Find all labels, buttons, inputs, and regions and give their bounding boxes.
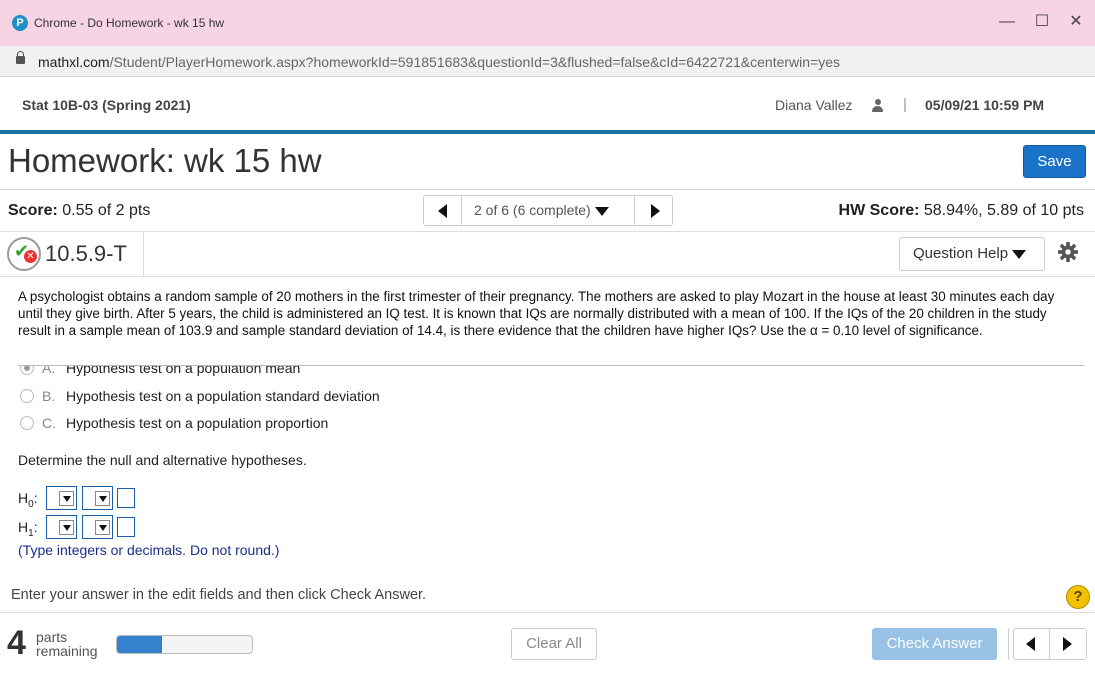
divider xyxy=(0,231,1095,232)
radio-button[interactable] xyxy=(20,389,34,403)
url-text[interactable]: mathxl.com/Student/PlayerHomework.aspx?h… xyxy=(38,54,840,70)
h0-label: H0: xyxy=(18,490,38,510)
progress-fill xyxy=(117,636,162,653)
h0-parameter-dropdown[interactable] xyxy=(46,486,77,510)
window-title: Chrome - Do Homework - wk 15 hw xyxy=(34,16,225,30)
footer-question-navigator xyxy=(1013,628,1087,660)
pearson-logo-icon: P xyxy=(12,15,28,31)
arrow-right-icon xyxy=(1063,637,1072,651)
next-question-button[interactable] xyxy=(1050,629,1086,659)
minimize-icon[interactable]: — xyxy=(997,12,1017,32)
user-name[interactable]: Diana Vallez xyxy=(775,97,853,113)
divider xyxy=(0,612,1095,613)
check-answer-button[interactable]: Check Answer xyxy=(872,628,997,660)
dropdown-arrow-icon xyxy=(95,491,110,506)
h1-parameter-dropdown[interactable] xyxy=(46,515,77,539)
course-name: Stat 10B-03 (Spring 2021) xyxy=(22,97,191,113)
dropdown-arrow-icon xyxy=(59,520,74,535)
address-bar[interactable]: mathxl.com/Student/PlayerHomework.aspx?h… xyxy=(0,46,1095,77)
option-letter: B. xyxy=(42,388,56,404)
arrow-left-icon xyxy=(1026,637,1035,651)
instruction-text: Enter your answer in the edit fields and… xyxy=(11,587,427,603)
divider xyxy=(1008,628,1009,660)
score: Score: 0.55 of 2 pts xyxy=(8,202,151,219)
question-divider xyxy=(18,365,1084,366)
header-separator: | xyxy=(903,96,907,113)
arrow-left-icon xyxy=(438,204,447,218)
divider xyxy=(0,276,1095,277)
help-icon[interactable]: ? xyxy=(1066,585,1090,609)
clear-all-button[interactable]: Clear All xyxy=(511,628,597,660)
option-label: Hypothesis test on a population mean xyxy=(66,366,301,376)
parts-remaining-count: 4 xyxy=(7,624,26,662)
h0-operator-dropdown[interactable] xyxy=(82,486,113,510)
option-label: Hypothesis test on a population standard… xyxy=(66,388,380,404)
hw-score: HW Score: 58.94%, 5.89 of 10 pts xyxy=(838,202,1084,219)
divider xyxy=(0,189,1095,190)
parts-progress-bar xyxy=(116,635,253,654)
lock-icon xyxy=(16,51,25,64)
h1-value-input[interactable] xyxy=(117,517,135,537)
chevron-down-icon xyxy=(1012,249,1027,259)
h1-operator-dropdown[interactable] xyxy=(82,515,113,539)
chevron-down-icon xyxy=(594,206,609,216)
option-letter: C. xyxy=(42,415,56,431)
close-icon[interactable]: ✕ xyxy=(1066,12,1086,32)
h0-value-input[interactable] xyxy=(117,488,135,508)
option-letter: A. xyxy=(42,366,56,376)
radio-button[interactable] xyxy=(20,416,34,430)
dropdown-arrow-icon xyxy=(59,491,74,506)
question-help-button[interactable]: Question Help xyxy=(899,237,1045,271)
x-mark-icon: ✕ xyxy=(24,250,37,263)
next-question-button[interactable] xyxy=(634,196,672,225)
previous-question-button[interactable] xyxy=(424,196,462,225)
question-id: 10.5.9-T xyxy=(45,241,127,266)
course-header: Stat 10B-03 (Spring 2021) Diana Vallez |… xyxy=(0,78,1095,134)
h1-label: H1: xyxy=(18,519,38,539)
question-position-dropdown[interactable]: 2 of 6 (6 complete) xyxy=(474,202,609,218)
parts-remaining-label: parts remaining xyxy=(36,629,98,659)
scroll-region: A. Hypothesis test on a population mean xyxy=(0,366,1095,376)
date-time: 05/09/21 10:59 PM xyxy=(925,97,1045,113)
user-icon xyxy=(872,99,883,112)
maximize-icon[interactable]: ☐ xyxy=(1032,12,1052,32)
answer-hint: (Type integers or decimals. Do not round… xyxy=(18,542,280,558)
radio-button[interactable] xyxy=(20,366,34,375)
dropdown-arrow-icon xyxy=(95,520,110,535)
option-label: Hypothesis test on a population proporti… xyxy=(66,415,329,431)
question-text: A psychologist obtains a random sample o… xyxy=(18,289,1055,338)
page-title: Homework: wk 15 hw xyxy=(8,142,322,179)
previous-question-button[interactable] xyxy=(1014,629,1050,659)
partial-credit-status-icon: ✔ ✕ xyxy=(7,237,41,271)
divider xyxy=(143,232,144,276)
save-button[interactable]: Save xyxy=(1023,145,1086,178)
gear-icon[interactable] xyxy=(1057,241,1079,263)
determine-prompt: Determine the null and alternative hypot… xyxy=(18,452,307,468)
question-navigator: 2 of 6 (6 complete) xyxy=(423,195,673,226)
arrow-right-icon xyxy=(651,204,660,218)
window-titlebar: P Chrome - Do Homework - wk 15 hw — ☐ ✕ xyxy=(0,0,1095,46)
